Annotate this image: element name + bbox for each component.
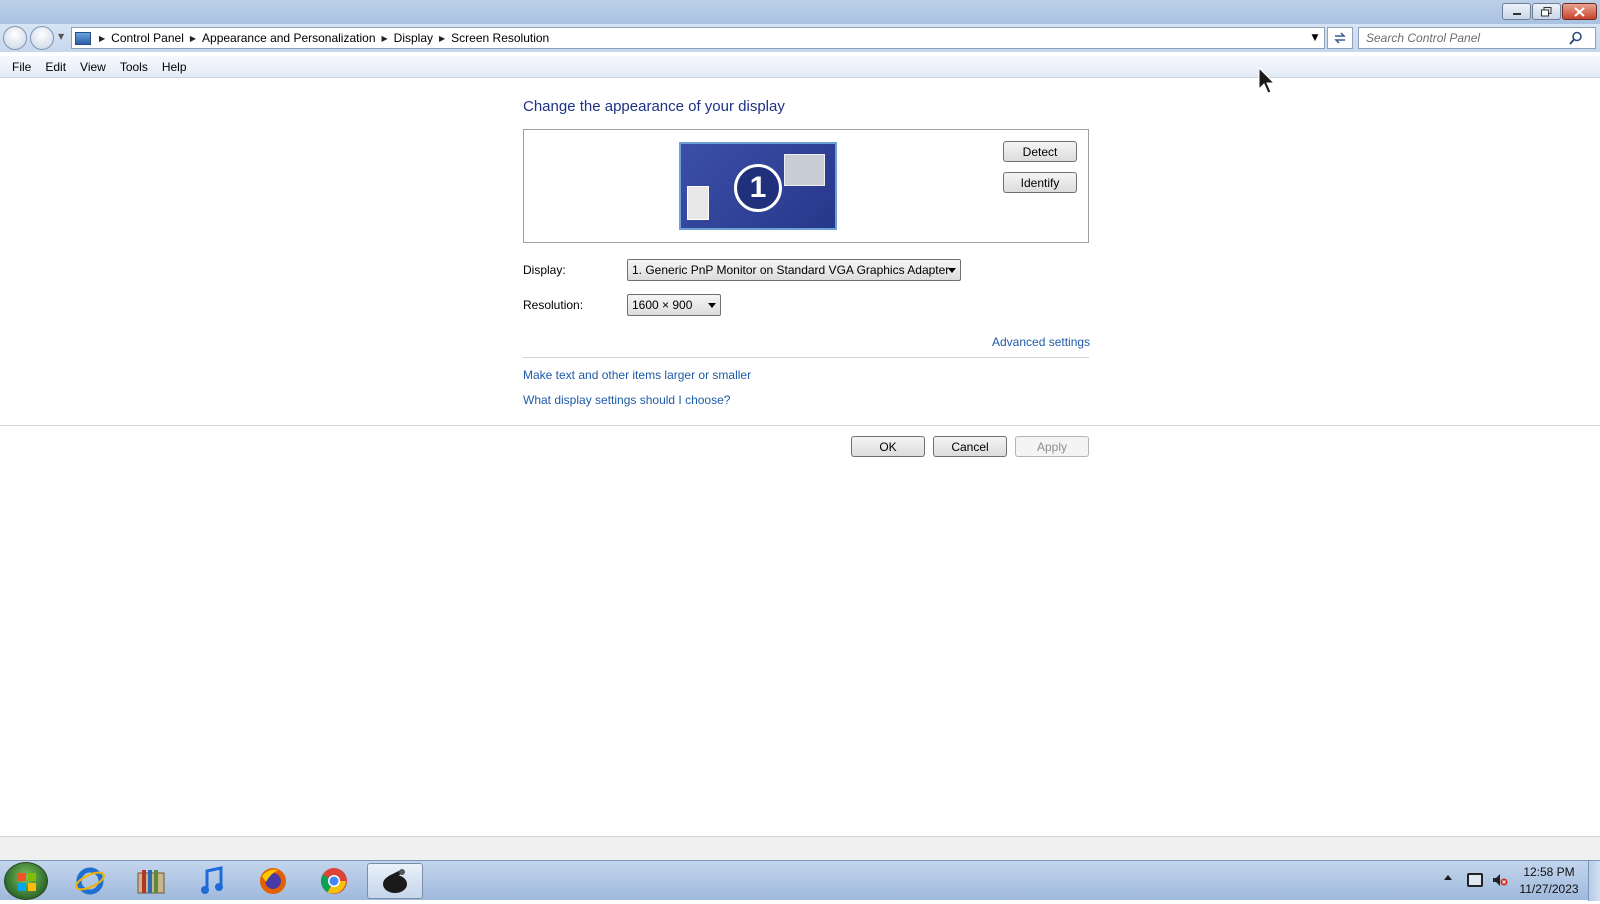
clock-date: 11/27/2023 [1519,882,1579,896]
breadcrumb-arrow-icon[interactable]: ▶ [437,34,447,43]
ok-button[interactable]: OK [851,436,925,457]
breadcrumb-appearance[interactable]: Appearance and Personalization [198,31,379,45]
page-title: Change the appearance of your display [523,98,785,115]
address-bar[interactable]: ▶ Control Panel ▶ Appearance and Persona… [71,27,1325,49]
search-icon[interactable] [1569,31,1583,45]
menu-view[interactable]: View [73,60,113,74]
restore-button[interactable] [1532,3,1561,20]
cancel-button[interactable]: Cancel [933,436,1007,457]
window-titlebar [0,0,1600,24]
control-panel-app-icon [383,869,407,893]
menu-bar: File Edit View Tools Help [0,56,1600,78]
search-input[interactable] [1359,31,1569,45]
mouse-cursor-icon [1258,67,1276,94]
taskbar-firefox[interactable] [245,863,301,899]
breadcrumb-screen-resolution[interactable]: Screen Resolution [447,31,553,45]
status-bar [0,836,1600,860]
volume-muted-icon[interactable] [1492,873,1508,887]
advanced-settings-link[interactable]: Advanced settings [992,335,1090,349]
menu-tools[interactable]: Tools [113,60,155,74]
resolution-label: Resolution: [523,298,584,312]
apply-button[interactable]: Apply [1015,436,1089,457]
back-button[interactable] [3,26,27,50]
forward-button[interactable] [30,26,54,50]
menu-file[interactable]: File [5,60,38,74]
footer-divider [0,425,1600,426]
taskbar-internet-explorer[interactable] [62,863,118,899]
control-panel-icon [75,31,91,45]
display-select-value: 1. Generic PnP Monitor on Standard VGA G… [632,263,950,277]
chevron-down-icon [708,303,716,308]
menu-edit[interactable]: Edit [38,60,73,74]
display-help-link[interactable]: What display settings should I choose? [523,393,730,407]
desktop-sidebar-graphic [687,186,709,220]
start-button[interactable] [4,862,48,900]
monitor-number-badge: 1 [734,164,782,212]
minimize-button[interactable] [1502,3,1531,20]
taskbar-chrome[interactable] [306,863,362,899]
refresh-button[interactable] [1327,27,1353,49]
firefox-icon [260,868,286,894]
identify-button[interactable]: Identify [1003,172,1077,193]
breadcrumb-arrow-icon[interactable]: ▶ [97,34,107,43]
display-label: Display: [523,263,566,277]
network-icon[interactable] [1467,873,1483,887]
breadcrumb-display[interactable]: Display [390,31,437,45]
display-select[interactable]: 1. Generic PnP Monitor on Standard VGA G… [627,259,961,281]
taskbar: 12:58 PM 11/27/2023 [0,860,1600,901]
text-size-link[interactable]: Make text and other items larger or smal… [523,368,751,382]
close-icon [1574,6,1585,17]
resolution-select[interactable]: 1600 × 900 [627,294,721,316]
menu-help[interactable]: Help [155,60,194,74]
internet-explorer-icon [75,867,105,895]
chrome-icon [320,868,347,894]
show-desktop-button[interactable] [1588,861,1600,901]
display-preview-panel: 1 Detect Identify [523,129,1089,243]
taskbar-music[interactable] [184,863,240,899]
resolution-select-value: 1600 × 900 [632,298,693,312]
recent-pages-dropdown[interactable]: ▼ [58,32,68,42]
breadcrumb-arrow-icon[interactable]: ▶ [188,34,198,43]
navigation-bar: ▼ ▶ Control Panel ▶ Appearance and Perso… [0,24,1600,52]
taskbar-library[interactable] [123,863,179,899]
detect-button[interactable]: Detect [1003,141,1077,162]
show-hidden-icons-icon[interactable] [1444,875,1452,880]
monitor-1-tile[interactable]: 1 [679,142,837,230]
clock-time: 12:58 PM [1523,865,1575,879]
section-divider [523,357,1089,358]
taskbar-control-panel[interactable] [367,863,423,899]
library-icon [137,870,165,894]
minimize-icon [1512,12,1521,15]
breadcrumb-arrow-icon[interactable]: ▶ [380,34,390,43]
desktop-window-graphic [784,154,825,186]
search-box[interactable] [1358,27,1596,49]
music-note-icon [201,866,223,894]
refresh-icon [1334,32,1346,44]
system-clock[interactable]: 12:58 PM 11/27/2023 [1514,864,1584,898]
breadcrumb-control-panel[interactable]: Control Panel [107,31,188,45]
windows-logo-icon [18,873,36,891]
close-button[interactable] [1562,3,1597,20]
address-history-dropdown[interactable]: ▼ [1306,27,1324,49]
restore-icon [1541,6,1552,16]
chevron-down-icon [948,268,956,273]
